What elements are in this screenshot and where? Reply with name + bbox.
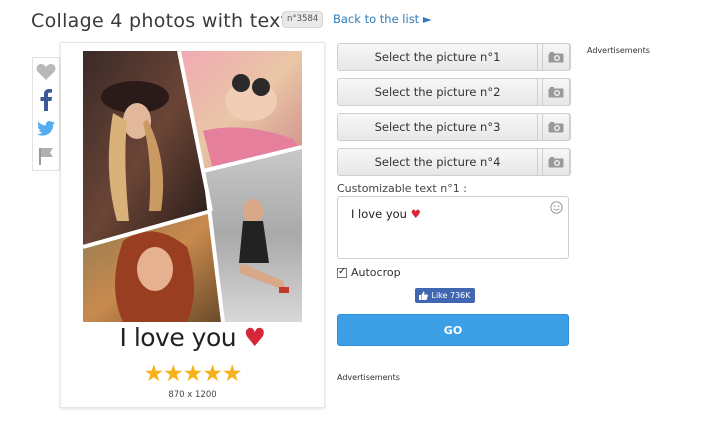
emoji-picker-button[interactable]	[550, 201, 563, 217]
flag-icon	[39, 148, 53, 165]
collage-caption: I love you ♥	[61, 323, 324, 352]
select-picture-2-button[interactable]: Select the picture n°2	[337, 78, 538, 106]
back-to-list-link[interactable]: Back to the list ►	[333, 12, 432, 26]
custom-text-heart-icon: ♥	[410, 207, 421, 221]
smiley-icon	[550, 201, 563, 214]
rating-stars[interactable]: ★★★★★	[61, 361, 324, 387]
advertisements-label-top: Advertisements	[587, 46, 650, 55]
webcam-picture-3-button[interactable]	[542, 113, 570, 141]
select-picture-4-button[interactable]: Select the picture n°4	[337, 148, 538, 176]
select-picture-3-button[interactable]: Select the picture n°3	[337, 113, 538, 141]
camera-icon	[548, 157, 564, 168]
facebook-like-button[interactable]: Like 736K	[415, 288, 475, 303]
report-flag-button[interactable]	[33, 142, 59, 170]
heart-icon	[36, 64, 56, 80]
thumbs-up-icon	[419, 291, 429, 300]
webcam-picture-1-button[interactable]	[542, 43, 570, 71]
advertisements-label-bottom: Advertisements	[337, 373, 400, 382]
custom-text-input[interactable]: I love you ♥	[337, 196, 569, 259]
collage-preview-card: I love you ♥ ★★★★★ 870 x 1200	[60, 42, 325, 408]
image-dimensions: 870 x 1200	[168, 390, 217, 400]
caption-heart-icon: ♥	[243, 323, 266, 352]
facebook-like-label: Like 736K	[431, 291, 471, 300]
like-heart-button[interactable]	[33, 58, 59, 86]
template-number-badge: n°3584	[282, 11, 324, 28]
twitter-icon	[37, 120, 55, 136]
autocrop-label: Autocrop	[351, 266, 401, 279]
autocrop-option: Autocrop	[337, 266, 401, 279]
custom-text-label: Customizable text n°1 :	[337, 182, 467, 195]
picture-selector-1: Select the picture n°1 +	[337, 43, 571, 71]
camera-icon	[548, 52, 564, 63]
camera-icon	[548, 87, 564, 98]
caption-text: I love you	[119, 323, 237, 352]
camera-icon	[548, 122, 564, 133]
webcam-picture-4-button[interactable]	[542, 148, 570, 176]
page: Collage 4 photos with text n°3584 Back t…	[0, 0, 720, 421]
custom-text-value: I love you	[351, 207, 407, 221]
autocrop-checkbox[interactable]	[337, 266, 347, 278]
webcam-picture-2-button[interactable]	[542, 78, 570, 106]
facebook-share-button[interactable]	[33, 86, 59, 114]
facebook-icon	[40, 89, 52, 111]
picture-selector-2: Select the picture n°2 +	[337, 78, 571, 106]
select-picture-1-button[interactable]: Select the picture n°1	[337, 43, 538, 71]
go-button[interactable]: GO	[337, 314, 569, 346]
page-title: Collage 4 photos with text	[31, 10, 289, 32]
share-bar	[32, 57, 60, 171]
picture-selector-3: Select the picture n°3 +	[337, 113, 571, 141]
twitter-share-button[interactable]	[33, 114, 59, 142]
picture-selector-4: Select the picture n°4 +	[337, 148, 571, 176]
collage-image	[83, 51, 302, 322]
